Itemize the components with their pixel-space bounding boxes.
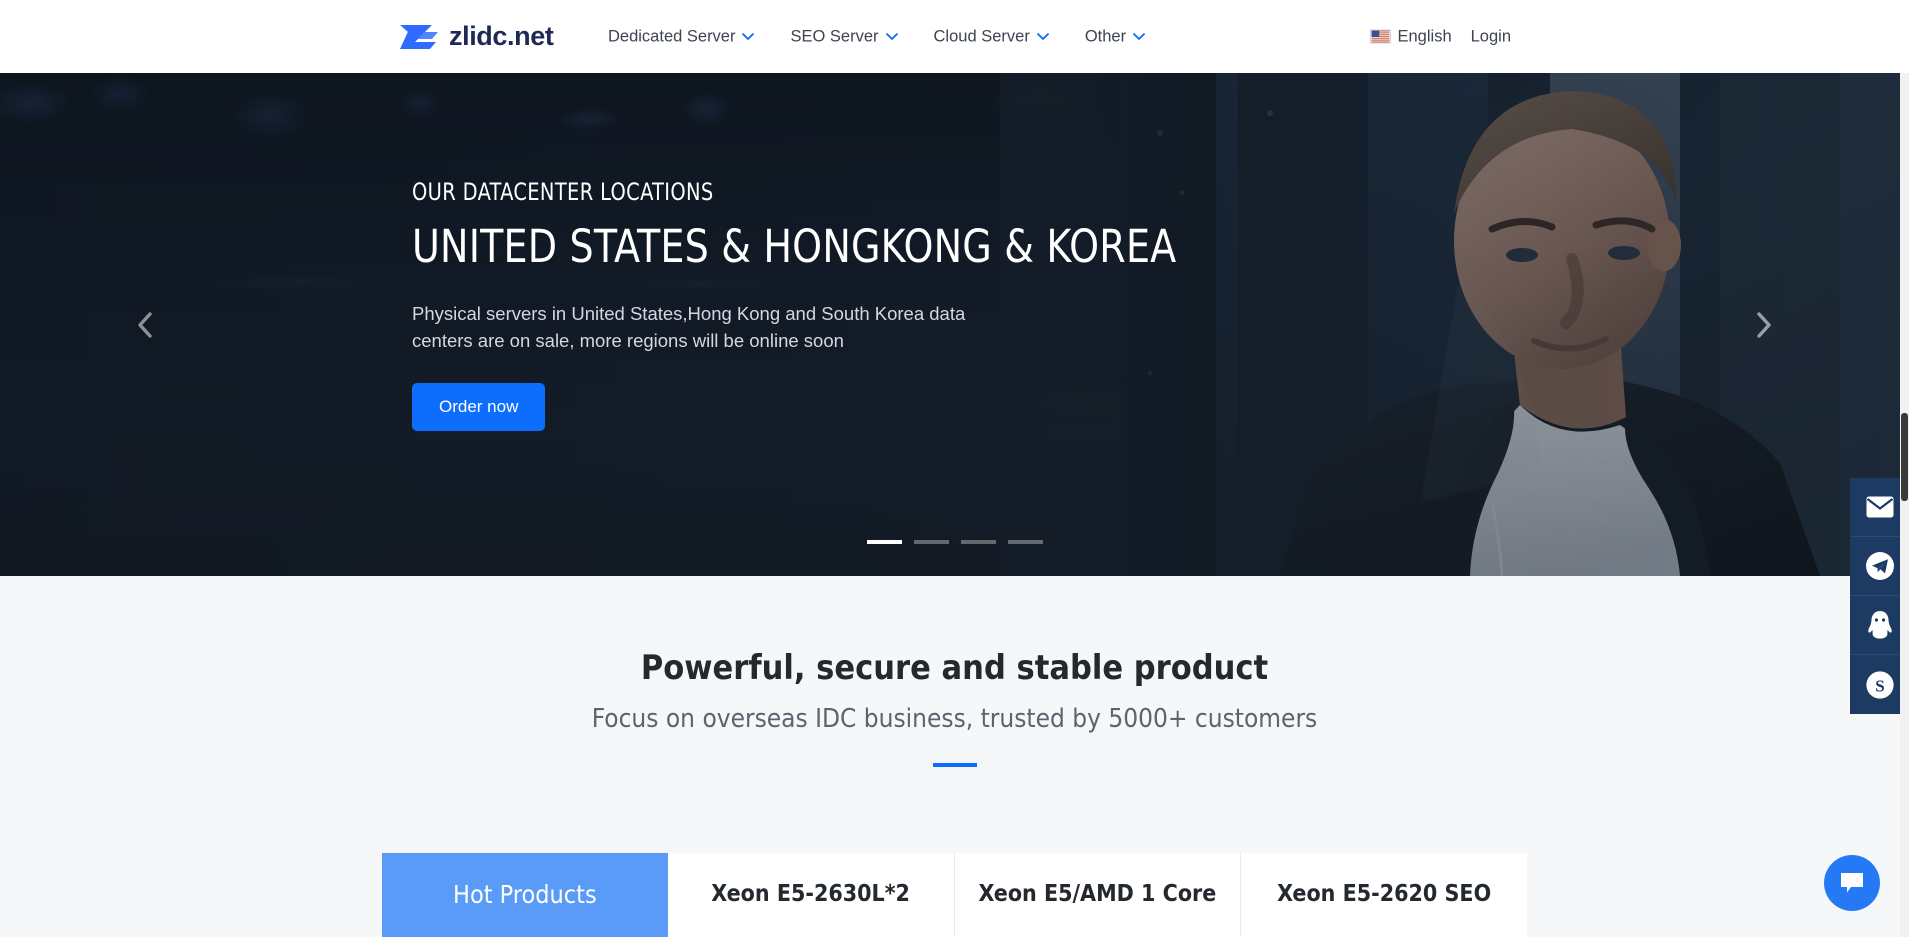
tab-xeon-e5-amd-1-core[interactable]: Xeon E5/AMD 1 Core	[955, 853, 1242, 937]
carousel-prev-button[interactable]	[125, 305, 165, 345]
hero-content: OUR DATACENTER LOCATIONS UNITED STATES &…	[412, 178, 1225, 432]
carousel-indicator-2[interactable]	[913, 540, 949, 544]
product-tabs: Hot Products Xeon E5-2630L*2 Xeon E5/AMD…	[382, 853, 1527, 937]
nav-label: Dedicated Server	[608, 27, 736, 45]
site-header: zlidc.net Dedicated Server SEO Server Cl…	[0, 0, 1909, 73]
chevron-right-icon	[1757, 311, 1771, 338]
nav-label: Cloud Server	[933, 27, 1030, 45]
tab-hot-products[interactable]: Hot Products	[382, 853, 668, 937]
hero-carousel: OUR DATACENTER LOCATIONS UNITED STATES &…	[0, 73, 1909, 576]
products-section: Powerful, secure and stable product Focu…	[0, 576, 1909, 937]
chat-bubble-icon	[1841, 873, 1863, 893]
logo-z-mark-icon	[400, 24, 438, 49]
telegram-icon	[1865, 552, 1894, 580]
header-actions: English Login	[1369, 27, 1511, 46]
tab-xeon-e5-2620-seo[interactable]: Xeon E5-2620 SEO	[1241, 853, 1527, 937]
main-nav: Dedicated Server SEO Server Cloud Server…	[608, 27, 1146, 46]
chat-widget-button[interactable]	[1824, 855, 1880, 911]
login-link[interactable]: Login	[1471, 27, 1511, 46]
chevron-down-icon	[742, 33, 755, 40]
tab-xeon-e5-2630l-2[interactable]: Xeon E5-2630L*2	[668, 853, 955, 937]
chevron-left-icon	[138, 311, 152, 338]
carousel-indicator-1[interactable]	[866, 540, 902, 544]
qq-icon	[1867, 611, 1892, 639]
carousel-next-button[interactable]	[1744, 305, 1784, 345]
scrollbar-thumb[interactable]	[1901, 413, 1908, 501]
nav-item-seo-server[interactable]: SEO Server	[790, 27, 898, 46]
hero-eyebrow: OUR DATACENTER LOCATIONS	[412, 178, 714, 206]
skype-icon: S	[1865, 670, 1894, 699]
page-root: zlidc.net Dedicated Server SEO Server Cl…	[0, 0, 1909, 937]
nav-label: Other	[1084, 27, 1127, 45]
nav-item-cloud-server[interactable]: Cloud Server	[934, 27, 1049, 46]
chevron-down-icon	[1036, 33, 1049, 40]
svg-text:S: S	[1875, 676, 1884, 695]
carousel-indicator-4[interactable]	[1007, 540, 1043, 544]
nav-label: SEO Server	[790, 27, 879, 45]
email-icon	[1866, 496, 1893, 518]
us-flag-icon	[1369, 29, 1391, 44]
hero-subtitle: Physical servers in United States,Hong K…	[412, 303, 966, 352]
language-label: English	[1397, 27, 1452, 45]
page-scrollbar[interactable]	[1900, 73, 1909, 937]
hero-title: UNITED STATES & HONGKONG & KOREA	[412, 220, 1177, 273]
carousel-indicators	[0, 540, 1909, 544]
section-divider	[932, 763, 977, 767]
order-now-button[interactable]: Order now	[412, 383, 546, 432]
nav-item-other[interactable]: Other	[1084, 27, 1146, 46]
nav-item-dedicated-server[interactable]: Dedicated Server	[608, 27, 755, 46]
logo-text: zlidc.net	[449, 21, 554, 51]
section-title: Powerful, secure and stable product	[640, 648, 1269, 688]
language-selector[interactable]: English	[1369, 27, 1452, 46]
chevron-down-icon	[1133, 33, 1146, 40]
site-logo[interactable]: zlidc.net	[398, 21, 554, 52]
carousel-indicator-3[interactable]	[960, 540, 996, 544]
section-subtitle: Focus on overseas IDC business, trusted …	[591, 704, 1318, 734]
chevron-down-icon	[885, 33, 898, 40]
